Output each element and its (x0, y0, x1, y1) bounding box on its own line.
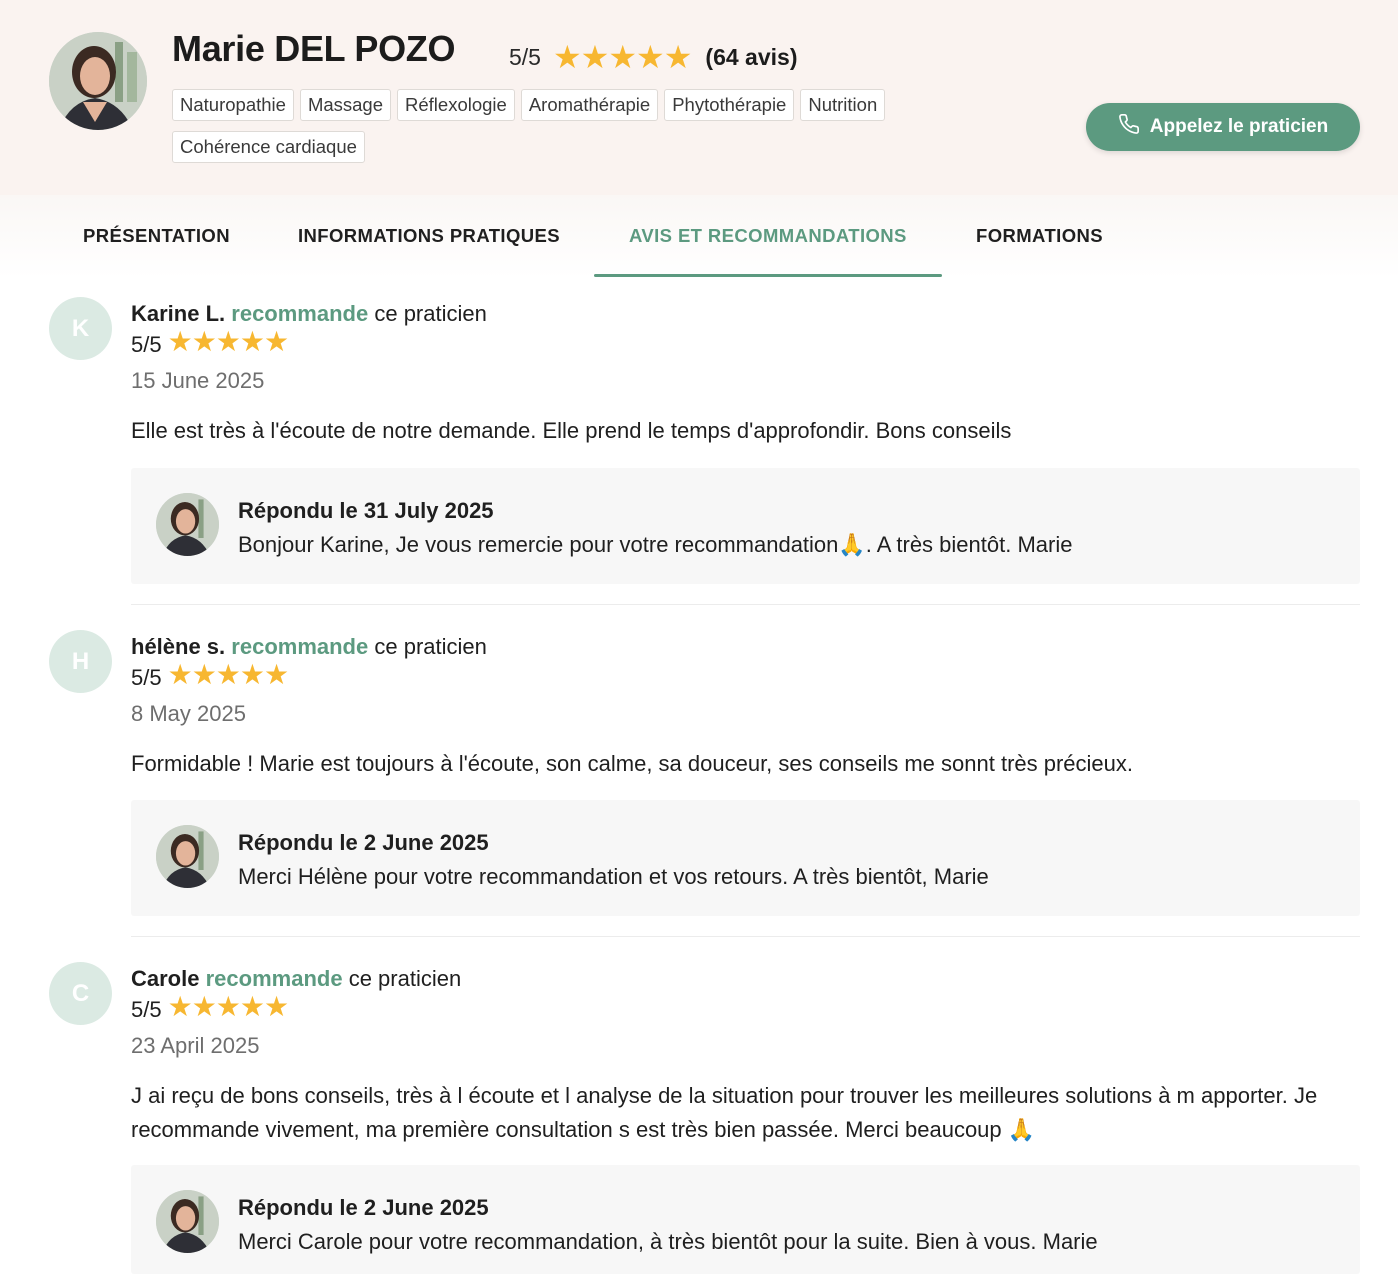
tab-presentation[interactable]: PRÉSENTATION (83, 225, 230, 247)
review-count: (64 avis) (705, 43, 798, 70)
review-stars-icon: ★★★★★ (167, 991, 290, 1022)
phone-icon (1118, 113, 1140, 141)
tag-massage[interactable]: Massage (299, 89, 392, 121)
review-rating: 5/5 ★★★★★ (131, 326, 289, 358)
header-rating: 5/5 ★★★★★ (64 avis) (509, 38, 797, 76)
tag-phytotherapie[interactable]: Phytothérapie (664, 89, 795, 121)
recommends-suffix: ce praticien (374, 634, 487, 659)
tab-bar: PRÉSENTATION INFORMATIONS PRATIQUES AVIS… (0, 195, 1398, 278)
tag-coherence-cardiaque[interactable]: Cohérence cardiaque (172, 131, 365, 163)
reply-avatar (156, 1190, 219, 1253)
review-stars-icon: ★★★★★ (167, 659, 290, 690)
review-rating: 5/5 ★★★★★ (131, 991, 289, 1023)
review-divider (131, 604, 1360, 605)
review-author-line: hélène s. recommande ce praticien (131, 634, 487, 660)
recommends-label: recommande (205, 966, 343, 991)
practitioner-name: Marie DEL POZO (172, 28, 456, 69)
review-text: J ai reçu de bons conseils, très à l éco… (131, 1083, 1318, 1142)
review-author-line: Carole recommande ce praticien (131, 966, 461, 992)
reviewer-avatar: H (49, 630, 112, 693)
reviewer-name: Karine L. (131, 301, 226, 326)
rating-stars-icon: ★★★★★ (552, 39, 692, 75)
reviewer-avatar: K (49, 297, 112, 360)
review-stars-icon: ★★★★★ (167, 326, 290, 357)
practitioner-avatar (49, 32, 147, 130)
review-author-line: Karine L. recommande ce praticien (131, 301, 487, 327)
review-divider (131, 936, 1360, 937)
reply-title: Répondu le 31 July 2025 (238, 498, 494, 523)
call-button-label: Appelez le praticien (1149, 116, 1329, 137)
reply-title: Répondu le 2 June 2025 (238, 830, 489, 855)
review-date: 23 April 2025 (131, 1033, 260, 1058)
recommends-label: recommande (231, 634, 369, 659)
review-item: H hélène s. recommande ce praticien 5/5 … (0, 630, 1398, 920)
tag-aromatherapie[interactable]: Aromathérapie (520, 89, 659, 121)
tab-avis-et-recommandations[interactable]: AVIS ET RECOMMANDATIONS (629, 225, 907, 247)
practitioner-reply: Répondu le 2 June 2025 Merci Hélène pour… (131, 800, 1360, 916)
review-item: C Carole recommande ce praticien 5/5 ★★★… (0, 962, 1398, 1274)
reply-text: Merci Carole pour votre recommandation, … (238, 1229, 1098, 1254)
tag-nutrition[interactable]: Nutrition (800, 89, 886, 121)
recommends-label: recommande (231, 301, 369, 326)
practitioner-reply: Répondu le 31 July 2025 Bonjour Karine, … (131, 468, 1360, 584)
review-score: 5/5 (131, 664, 162, 690)
rating-score: 5/5 (509, 43, 541, 70)
reply-avatar (156, 825, 219, 888)
practitioner-header: Marie DEL POZO 5/5 ★★★★★ (64 avis) Natur… (0, 0, 1398, 195)
review-score: 5/5 (131, 996, 162, 1022)
tab-informations-pratiques[interactable]: INFORMATIONS PRATIQUES (298, 225, 560, 247)
review-date: 8 May 2025 (131, 701, 246, 726)
tab-formations[interactable]: FORMATIONS (976, 225, 1103, 247)
reply-avatar (156, 493, 219, 556)
recommends-suffix: ce praticien (374, 301, 487, 326)
tag-naturopathie[interactable]: Naturopathie (172, 89, 294, 121)
specialty-tags: Naturopathie Massage Réflexologie Aromat… (172, 89, 972, 163)
reviewer-avatar: C (49, 962, 112, 1025)
review-score: 5/5 (131, 331, 162, 357)
review-text: Elle est très à l'écoute de notre demand… (131, 418, 1012, 443)
active-tab-indicator (594, 274, 942, 277)
review-date: 15 June 2025 (131, 368, 265, 393)
reply-title: Répondu le 2 June 2025 (238, 1195, 489, 1220)
review-item: K Karine L. recommande ce praticien 5/5 … (0, 297, 1398, 587)
reply-text: Bonjour Karine, Je vous remercie pour vo… (238, 532, 1073, 557)
practitioner-reply: Répondu le 2 June 2025 Merci Carole pour… (131, 1165, 1360, 1274)
reviewer-name: Carole (131, 966, 200, 991)
reply-text: Merci Hélène pour votre recommandation e… (238, 864, 989, 889)
reviewer-name: hélène s. (131, 634, 226, 659)
tag-reflexologie[interactable]: Réflexologie (397, 89, 515, 121)
recommends-suffix: ce praticien (348, 966, 462, 991)
review-rating: 5/5 ★★★★★ (131, 659, 289, 691)
review-text: Formidable ! Marie est toujours à l'écou… (131, 751, 1134, 776)
call-practitioner-button[interactable]: Appelez le praticien (1086, 103, 1360, 151)
